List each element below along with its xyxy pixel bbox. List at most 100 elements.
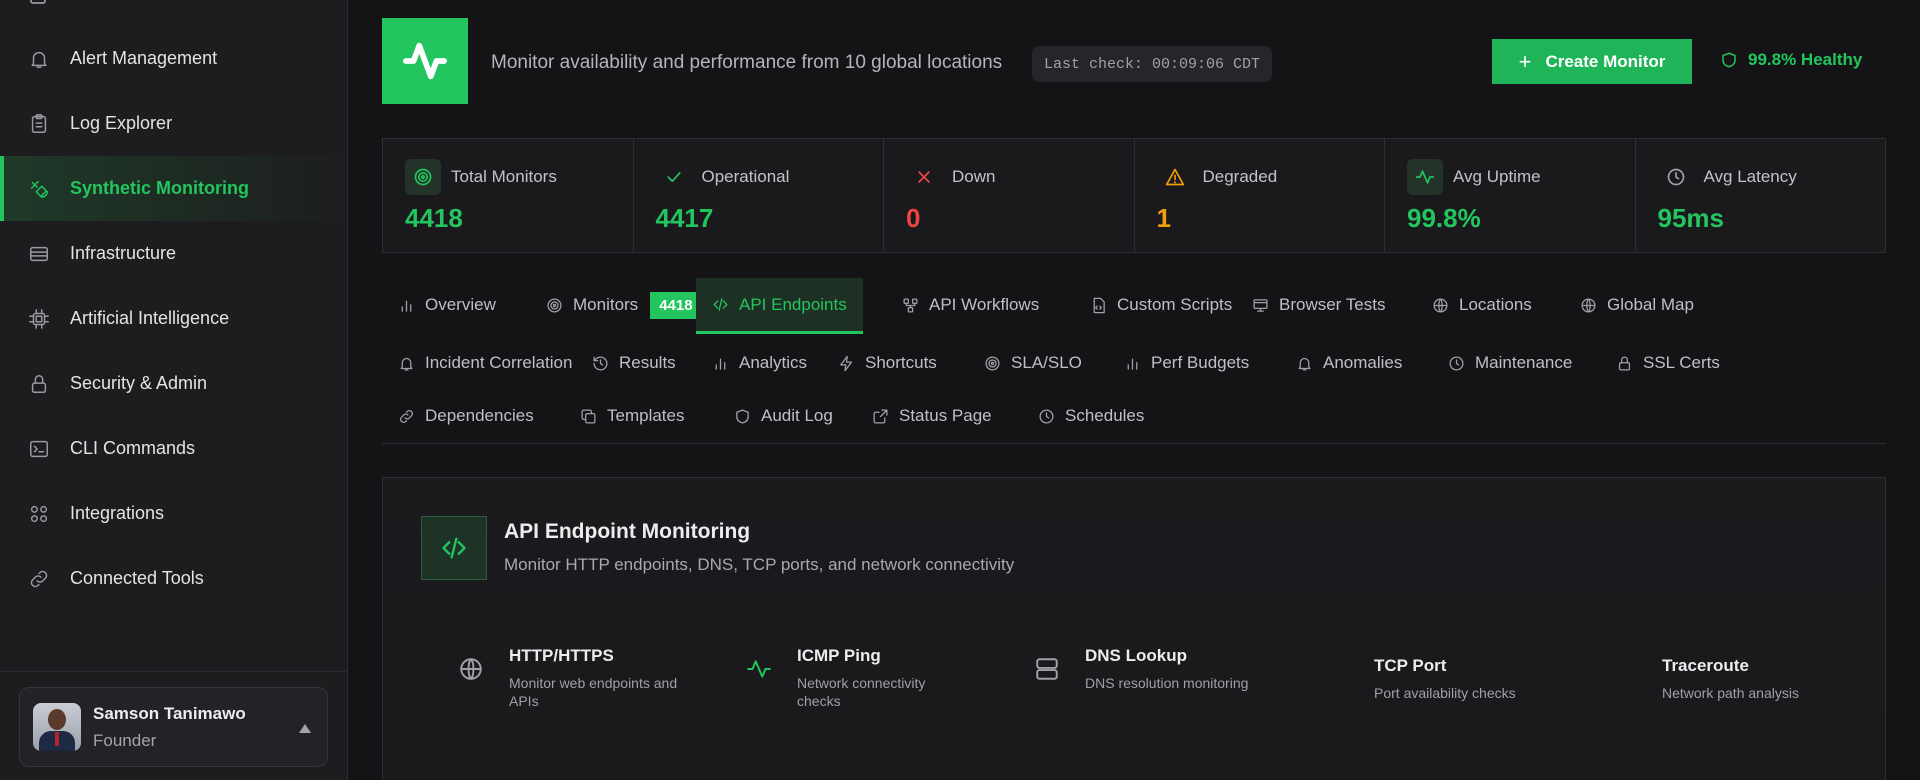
grid-icon (28, 503, 50, 525)
feature-title: Traceroute (1662, 656, 1749, 675)
clock-icon (1449, 355, 1464, 371)
tab-shortcuts[interactable]: Shortcuts (838, 343, 937, 383)
tab-analytics[interactable]: Analytics (712, 343, 807, 383)
health-status: 99.8% Healthy (1720, 50, 1862, 70)
user-menu[interactable]: Samson Tanimawo Founder (19, 687, 328, 767)
tab-bar: Overview Monitors 4418 API Endpoints API… (382, 274, 1886, 444)
chip-icon (28, 308, 50, 330)
sidebar-item-synthetic-monitoring[interactable]: Synthetic Monitoring (0, 156, 347, 221)
history-icon (593, 355, 608, 371)
sidebar-item-cli-commands[interactable]: CLI Commands (0, 416, 347, 481)
sidebar-item-label: Alert Management (70, 48, 218, 68)
tab-incident-correlation[interactable]: Incident Correlation (398, 343, 572, 383)
tab-audit-log[interactable]: Audit Log (734, 396, 833, 436)
tab-label: Browser Tests (1279, 295, 1386, 314)
sidebar-item-infrastructure[interactable]: Infrastructure (0, 221, 347, 286)
target-icon (405, 159, 441, 195)
globe-icon (1581, 297, 1596, 313)
stat-value: 4418 (405, 203, 463, 233)
sidebar-item-log-explorer[interactable]: Log Explorer (0, 91, 347, 156)
tab-monitors[interactable]: Monitors 4418 (546, 285, 702, 325)
stat-avg-latency: Avg Latency 95ms (1636, 139, 1886, 252)
sidebar-item-label: Infrastructure (70, 243, 177, 263)
server-icon (28, 243, 50, 265)
lightning-icon (840, 355, 853, 371)
feature-title: TCP Port (1374, 656, 1447, 675)
sidebar-item-connected-tools[interactable]: Connected Tools (0, 546, 347, 611)
panel-title: API Endpoint Monitoring (504, 520, 751, 543)
satellite-icon (28, 178, 50, 200)
tab-label: Custom Scripts (1117, 295, 1233, 314)
bell-icon (400, 357, 413, 371)
sidebar-item-security-admin[interactable]: Security & Admin (0, 351, 347, 416)
tab-overview[interactable]: Overview (398, 285, 496, 325)
feature-traceroute[interactable]: Traceroute Network path analysis (1662, 656, 1832, 702)
tab-label: Audit Log (761, 406, 833, 425)
tab-locations[interactable]: Locations (1432, 285, 1532, 325)
tab-status-page[interactable]: Status Page (872, 396, 992, 436)
tab-ssl-certs[interactable]: SSL Certs (1616, 343, 1720, 383)
link-icon (28, 568, 50, 590)
tab-label: Templates (607, 406, 685, 425)
stat-value: 4417 (655, 203, 714, 233)
clipboard-icon (28, 113, 50, 135)
bar-chart-icon (1127, 358, 1138, 370)
feature-tcp-port[interactable]: TCP Port Port availability checks (1374, 656, 1544, 702)
create-monitor-button[interactable]: + Create Monitor (1492, 39, 1692, 84)
tab-global-map[interactable]: Global Map (1580, 285, 1694, 325)
tab-perf-budgets[interactable]: Perf Budgets (1124, 343, 1249, 383)
tab-schedules[interactable]: Schedules (1038, 396, 1144, 436)
tab-dependencies[interactable]: Dependencies (398, 396, 534, 436)
sidebar-item-alert-management[interactable]: Alert Management (0, 26, 347, 91)
terminal-icon (28, 438, 50, 460)
stat-label: Degraded (1202, 167, 1278, 186)
sidebar-item-label: CLI Commands (70, 438, 196, 458)
stat-operational: Operational 4417 (634, 139, 884, 252)
x-icon (906, 159, 942, 195)
bell-icon (1298, 357, 1311, 371)
tab-api-endpoints[interactable]: API Endpoints (696, 278, 863, 334)
feature-icmp-ping[interactable]: ICMP Ping Network connectivity checks (743, 646, 967, 710)
feature-http[interactable]: HTTP/HTTPS Monitor web endpoints and API… (455, 646, 679, 710)
tab-label: Incident Correlation (425, 353, 573, 372)
user-role: Founder (93, 730, 157, 750)
server-icon (1031, 646, 1063, 692)
target-icon (985, 355, 1000, 371)
file-code-icon (1093, 297, 1105, 313)
tab-custom-scripts[interactable]: Custom Scripts (1090, 285, 1232, 325)
bar-chart-icon (401, 300, 412, 312)
code-icon (713, 298, 728, 311)
sidebar-item-label: Synthetic Monitoring (70, 178, 249, 198)
feature-desc: DNS resolution monitoring (1085, 675, 1249, 691)
monitor-icon (1253, 298, 1268, 312)
page-subtitle: Monitor availability and performance fro… (491, 52, 1003, 73)
globe-icon (1433, 297, 1448, 313)
avatar (33, 703, 81, 751)
clock-icon (1658, 159, 1694, 195)
last-check-badge: Last check: 00:09:06 CDT (1032, 46, 1273, 82)
feature-dns-lookup[interactable]: DNS Lookup DNS resolution monitoring (1031, 646, 1255, 692)
user-name: Samson Tanimawo (93, 703, 246, 723)
sidebar-item-artificial-intelligence[interactable]: Artificial Intelligence (0, 286, 347, 351)
sidebar-item-label: Integrations (70, 503, 165, 523)
tab-label: API Workflows (929, 295, 1040, 314)
pulse-icon (382, 18, 468, 104)
warning-icon (1157, 159, 1193, 195)
tab-browser-tests[interactable]: Browser Tests (1252, 285, 1385, 325)
tab-sla-slo[interactable]: SLA/SLO (984, 343, 1082, 383)
sidebar-item-label: Security & Admin (70, 373, 208, 393)
stat-value: 1 (1156, 203, 1171, 233)
lock-icon (1618, 356, 1631, 371)
sidebar-item-integrations[interactable]: Integrations (0, 481, 347, 546)
sidebar-footer: Samson Tanimawo Founder (0, 671, 347, 780)
globe-icon (455, 646, 487, 710)
tab-api-workflows[interactable]: API Workflows (902, 285, 1039, 325)
stat-value: 99.8% (1407, 203, 1481, 233)
tab-maintenance[interactable]: Maintenance (1448, 343, 1572, 383)
tab-anomalies[interactable]: Anomalies (1296, 343, 1402, 383)
stat-degraded: Degraded 1 (1135, 139, 1385, 252)
tab-templates[interactable]: Templates (580, 396, 684, 436)
monitors-count-badge: 4418 (650, 291, 702, 319)
tab-label: Analytics (739, 353, 808, 372)
tab-results[interactable]: Results (592, 343, 676, 383)
